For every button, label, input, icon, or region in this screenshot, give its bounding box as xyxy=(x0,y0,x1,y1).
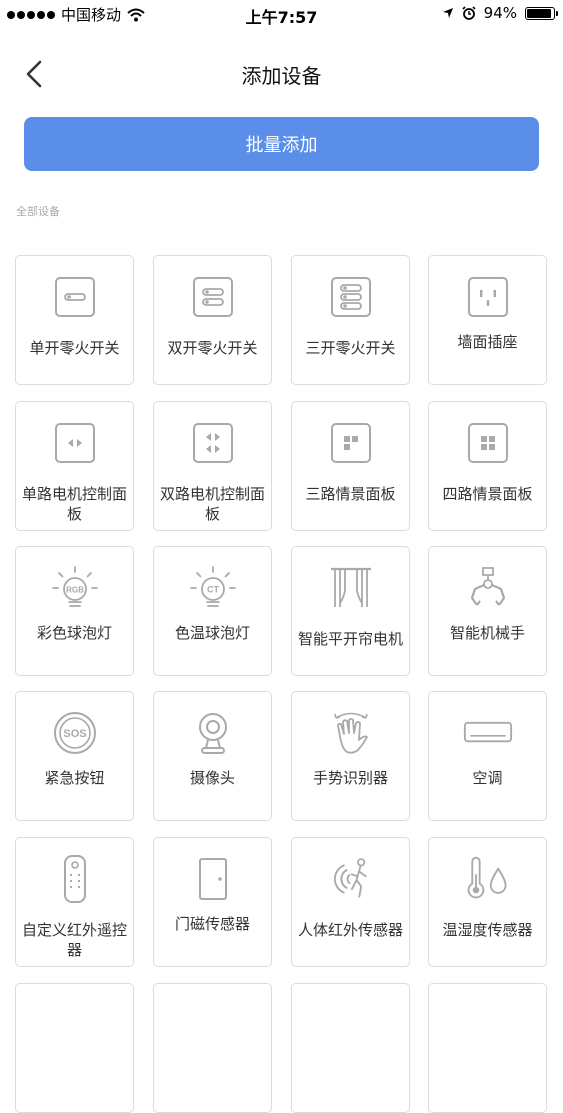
device-label: 彩色球泡灯 xyxy=(36,624,112,642)
battery-icon xyxy=(525,6,558,20)
double-motor-panel-icon xyxy=(188,420,238,466)
device-label: 色温球泡灯 xyxy=(174,624,250,642)
status-bar: 中国移动 上午7:57 94% xyxy=(0,0,563,30)
device-card[interactable]: 双路电机控制面板 xyxy=(153,401,272,531)
single-motor-panel-icon xyxy=(50,420,100,466)
motion-sensor-icon xyxy=(326,856,376,902)
device-card[interactable]: 自定义红外遥控器 xyxy=(15,837,134,967)
air-conditioner-icon xyxy=(463,710,513,756)
device-label: 双开零火开关 xyxy=(167,339,258,357)
battery-level xyxy=(527,8,551,18)
location-arrow-icon xyxy=(442,8,453,18)
device-card[interactable]: RGB 彩色球泡灯 xyxy=(15,546,134,676)
device-label: 紧急按钮 xyxy=(44,769,105,787)
device-label: 摄像头 xyxy=(189,769,235,787)
device-card[interactable]: SOS 紧急按钮 xyxy=(15,691,134,821)
sos-button-icon: SOS xyxy=(50,710,100,756)
svg-text:SOS: SOS xyxy=(63,728,86,740)
device-label: 墙面插座 xyxy=(457,333,518,351)
device-card[interactable] xyxy=(291,983,410,1113)
alarm-clock-icon xyxy=(462,6,476,20)
page-title: 添加设备 xyxy=(241,64,322,88)
ir-remote-icon xyxy=(50,855,100,903)
device-card[interactable]: 墙面插座 xyxy=(428,255,547,385)
device-label: 人体红外传感器 xyxy=(298,921,404,939)
device-label: 手势识别器 xyxy=(312,769,388,787)
four-scene-panel-icon xyxy=(463,420,513,466)
device-card[interactable] xyxy=(428,983,547,1113)
device-card[interactable] xyxy=(153,983,272,1113)
device-card[interactable]: 空调 xyxy=(428,691,547,821)
triple-switch-icon xyxy=(326,274,376,320)
svg-text:RGB: RGB xyxy=(66,586,84,595)
device-card[interactable]: 四路情景面板 xyxy=(428,401,547,531)
device-card[interactable]: 门磁传感器 xyxy=(153,837,272,967)
batch-add-button[interactable]: 批量添加 xyxy=(24,117,539,171)
device-label: 温湿度传感器 xyxy=(442,921,533,939)
section-label: 全部设备 xyxy=(16,205,60,218)
camera-icon xyxy=(188,710,238,756)
three-scene-panel-icon xyxy=(326,420,376,466)
device-label: 四路情景面板 xyxy=(442,485,533,503)
gesture-icon xyxy=(326,710,376,756)
device-card[interactable] xyxy=(15,983,134,1113)
temp-humidity-icon xyxy=(463,856,513,902)
double-switch-icon xyxy=(188,274,238,320)
single-switch-icon xyxy=(50,274,100,320)
device-label: 三开零火开关 xyxy=(305,339,396,357)
device-label: 空调 xyxy=(472,769,503,787)
device-card[interactable]: 摄像头 xyxy=(153,691,272,821)
device-label: 三路情景面板 xyxy=(305,485,396,503)
nav-bar: 添加设备 xyxy=(0,50,563,98)
device-card[interactable]: 双开零火开关 xyxy=(153,255,272,385)
device-label: 单开零火开关 xyxy=(29,339,120,357)
device-label: 单路电机控制面板 xyxy=(22,485,128,523)
rgb-bulb-icon: RGB xyxy=(50,565,100,611)
device-card[interactable]: 人体红外传感器 xyxy=(291,837,410,967)
device-card[interactable]: 智能平开帘电机 xyxy=(291,546,410,676)
status-right: 94% xyxy=(442,4,558,22)
door-sensor-icon xyxy=(188,856,238,902)
device-card[interactable]: 三开零火开关 xyxy=(291,255,410,385)
battery-percent: 94% xyxy=(483,4,517,22)
svg-text:CT: CT xyxy=(207,585,219,595)
device-card[interactable]: 温湿度传感器 xyxy=(428,837,547,967)
device-card[interactable]: 智能机械手 xyxy=(428,546,547,676)
device-label: 门磁传感器 xyxy=(174,915,250,933)
device-label: 自定义红外遥控器 xyxy=(22,921,128,959)
device-label: 双路电机控制面板 xyxy=(160,485,266,523)
wall-socket-icon xyxy=(463,274,513,320)
robot-claw-icon xyxy=(463,565,513,611)
device-label: 智能平开帘电机 xyxy=(298,630,404,648)
device-card[interactable]: 单路电机控制面板 xyxy=(15,401,134,531)
device-card[interactable]: CT 色温球泡灯 xyxy=(153,546,272,676)
device-card[interactable]: 三路情景面板 xyxy=(291,401,410,531)
device-card[interactable]: 单开零火开关 xyxy=(15,255,134,385)
curtain-motor-icon xyxy=(326,565,376,611)
device-label: 智能机械手 xyxy=(449,624,525,642)
ct-bulb-icon: CT xyxy=(188,565,238,611)
device-card[interactable]: 手势识别器 xyxy=(291,691,410,821)
